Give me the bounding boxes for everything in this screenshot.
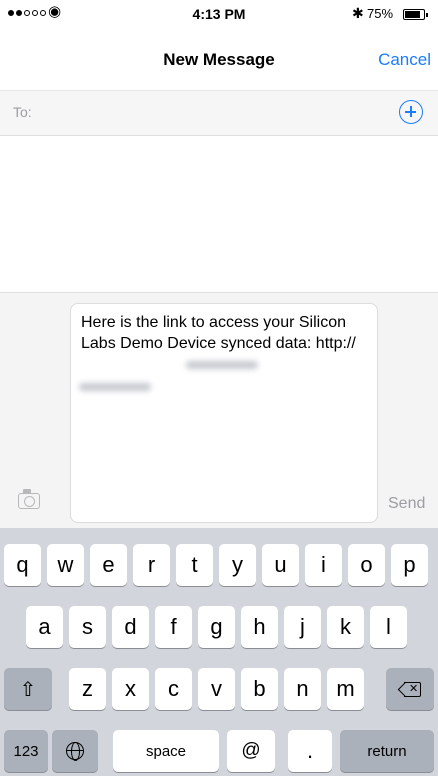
key-v[interactable]: v (198, 668, 235, 710)
space-key[interactable]: space (113, 730, 219, 772)
battery-icon (403, 9, 428, 20)
numbers-key[interactable]: 123 (4, 730, 48, 772)
battery-percent: 75% (367, 6, 394, 21)
cancel-button[interactable]: Cancel (378, 50, 431, 70)
key-s[interactable]: s (69, 606, 106, 648)
backspace-key[interactable]: ✕ (386, 668, 434, 710)
compose-bar: Here is the link to access your Silicon … (0, 292, 438, 528)
key-b[interactable]: b (241, 668, 278, 710)
key-f[interactable]: f (155, 606, 192, 648)
key-m[interactable]: m (327, 668, 364, 710)
nav-bar: New Message Cancel (0, 28, 438, 90)
key-h[interactable]: h (241, 606, 278, 648)
key-n[interactable]: n (284, 668, 321, 710)
keyboard: q w e r t y u i o p a s d f g h j k l ⇧ … (0, 528, 438, 776)
bluetooth-icon: ✱ (352, 5, 364, 21)
key-p[interactable]: p (391, 544, 428, 586)
key-z[interactable]: z (69, 668, 106, 710)
globe-icon (66, 742, 84, 761)
key-y[interactable]: y (219, 544, 256, 586)
shift-key[interactable]: ⇧ (4, 668, 52, 710)
key-c[interactable]: c (155, 668, 192, 710)
key-u[interactable]: u (262, 544, 299, 586)
backspace-icon: ✕ (397, 681, 421, 697)
key-w[interactable]: w (47, 544, 84, 586)
globe-key[interactable] (52, 730, 98, 772)
shift-icon: ⇧ (19, 678, 37, 701)
return-key[interactable]: return (340, 730, 434, 772)
at-key[interactable]: @ (227, 730, 275, 772)
redacted-url (186, 361, 258, 369)
key-e[interactable]: e (90, 544, 127, 586)
message-input[interactable]: Here is the link to access your Silicon … (70, 303, 378, 523)
key-g[interactable]: g (198, 606, 235, 648)
status-bar: ◉ 4:13 PM ✱ 75% (0, 0, 438, 28)
key-q[interactable]: q (4, 544, 41, 586)
recipient-field[interactable]: To: (0, 90, 438, 136)
key-j[interactable]: j (284, 606, 321, 648)
redacted-url-continued (79, 383, 151, 391)
to-label: To: (13, 104, 32, 120)
key-i[interactable]: i (305, 544, 342, 586)
key-r[interactable]: r (133, 544, 170, 586)
key-a[interactable]: a (26, 606, 63, 648)
key-o[interactable]: o (348, 544, 385, 586)
key-x[interactable]: x (112, 668, 149, 710)
send-button[interactable]: Send (388, 495, 425, 513)
key-t[interactable]: t (176, 544, 213, 586)
key-d[interactable]: d (112, 606, 149, 648)
period-key[interactable]: . (288, 730, 332, 772)
message-text: Here is the link to access your Silicon … (81, 314, 356, 352)
camera-icon[interactable] (18, 489, 40, 509)
key-k[interactable]: k (327, 606, 364, 648)
key-l[interactable]: l (370, 606, 407, 648)
add-contact-icon[interactable] (399, 100, 423, 124)
page-title: New Message (163, 50, 275, 69)
